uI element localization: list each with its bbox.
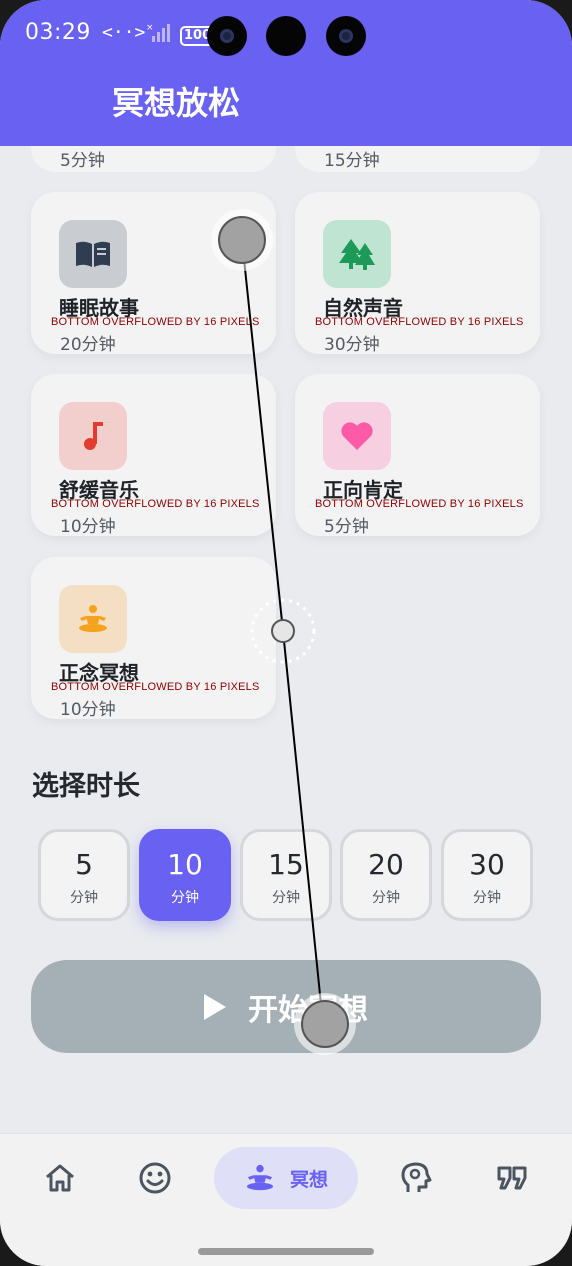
start-button-label: 开始冥想: [248, 992, 368, 1028]
duration-option-5[interactable]: 5 分钟: [38, 829, 130, 921]
code-icon: <··>: [102, 22, 146, 43]
front-camera-icon: [207, 16, 247, 56]
card-duration: 20分钟: [60, 335, 116, 355]
main-content[interactable]: 5分钟 15分钟 睡眠故事 BOTTOM OVERFLOWED BY 16 PI…: [0, 146, 572, 1134]
overflow-warning: BOTTOM OVERFLOWED BY 16 PIXELS: [51, 498, 260, 510]
card-sleep-stories[interactable]: 睡眠故事 BOTTOM OVERFLOWED BY 16 PIXELS 20分钟: [31, 192, 276, 355]
card-icon-box: [59, 402, 127, 470]
card-icon-box: [323, 402, 391, 470]
meditation-icon: [79, 605, 107, 632]
music-note-icon: [84, 422, 103, 450]
duration-unit: 分钟: [272, 890, 300, 906]
card-duration: 10分钟: [60, 700, 116, 720]
home-indicator[interactable]: [198, 1248, 374, 1255]
signal-icon: ×: [146, 23, 170, 42]
page-title: 冥想放松: [112, 84, 241, 122]
card-duration: 5分钟: [324, 517, 369, 537]
quote-icon: [497, 1166, 527, 1190]
duration-value: 20: [368, 848, 404, 881]
duration-unit: 分钟: [473, 890, 501, 906]
card-duration: 10分钟: [60, 517, 116, 537]
duration-value: 15: [268, 848, 304, 881]
overflow-warning: BOTTOM OVERFLOWED BY 16 PIXELS: [51, 681, 260, 693]
overflow-warning: BOTTOM OVERFLOWED BY 16 PIXELS: [315, 498, 524, 510]
nav-item-mood[interactable]: [137, 1160, 173, 1196]
category-card-partial[interactable]: 5分钟: [31, 146, 276, 172]
meditation-icon: [246, 1164, 274, 1191]
play-icon: [204, 993, 226, 1020]
card-icon-box: [59, 220, 127, 288]
front-camera-icon: [326, 16, 366, 56]
duration-value: 5: [75, 848, 93, 881]
duration-option-20[interactable]: 20 分钟: [340, 829, 432, 921]
nav-item-home[interactable]: [42, 1160, 78, 1196]
status-time: 03:29: [25, 20, 91, 45]
brain-head-icon: [401, 1162, 432, 1192]
heart-icon: [341, 422, 373, 450]
category-card-partial[interactable]: 15分钟: [295, 146, 540, 172]
card-duration: 15分钟: [324, 151, 380, 171]
book-open-icon: [76, 241, 110, 267]
nav-item-meditation[interactable]: 冥想: [214, 1147, 358, 1209]
card-duration: 30分钟: [324, 335, 380, 355]
phone-screen: 03:29 <··> × 100 冥想放松 5分钟 15分钟 睡眠故事 BOTT…: [0, 0, 572, 1266]
trees-icon: [339, 239, 375, 270]
card-positive-affirmations[interactable]: 正向肯定 BOTTOM OVERFLOWED BY 16 PIXELS 5分钟: [295, 374, 540, 537]
duration-unit: 分钟: [70, 890, 98, 906]
duration-value: 10: [167, 848, 203, 881]
duration-option-30[interactable]: 30 分钟: [441, 829, 533, 921]
bottom-nav: 冥想: [0, 1134, 572, 1266]
duration-value: 30: [469, 848, 505, 881]
card-mindfulness[interactable]: 正念冥想 BOTTOM OVERFLOWED BY 16 PIXELS 10分钟: [31, 557, 276, 720]
nav-label: 冥想: [289, 1168, 328, 1191]
card-icon-box: [323, 220, 391, 288]
duration-unit: 分钟: [372, 890, 400, 906]
overflow-warning: BOTTOM OVERFLOWED BY 16 PIXELS: [315, 316, 524, 328]
card-soothing-music[interactable]: 舒缓音乐 BOTTOM OVERFLOWED BY 16 PIXELS 10分钟: [31, 374, 276, 537]
duration-unit: 分钟: [171, 890, 199, 906]
app-bar: 03:29 <··> × 100 冥想放松: [0, 0, 572, 146]
front-sensor-icon: [266, 16, 306, 56]
nav-item-mind[interactable]: [398, 1160, 434, 1196]
home-icon: [46, 1164, 74, 1192]
duration-option-10[interactable]: 10 分钟: [139, 829, 231, 921]
start-meditation-button[interactable]: 开始冥想: [31, 960, 541, 1053]
nav-item-quotes[interactable]: [494, 1160, 530, 1196]
duration-section-title: 选择时长: [32, 771, 140, 802]
smiley-icon: [139, 1162, 171, 1194]
card-nature-sounds[interactable]: 自然声音 BOTTOM OVERFLOWED BY 16 PIXELS 30分钟: [295, 192, 540, 355]
card-icon-box: [59, 585, 127, 653]
duration-option-15[interactable]: 15 分钟: [240, 829, 332, 921]
overflow-warning: BOTTOM OVERFLOWED BY 16 PIXELS: [51, 316, 260, 328]
card-duration: 5分钟: [60, 151, 105, 171]
svg-text:×: ×: [146, 23, 154, 33]
